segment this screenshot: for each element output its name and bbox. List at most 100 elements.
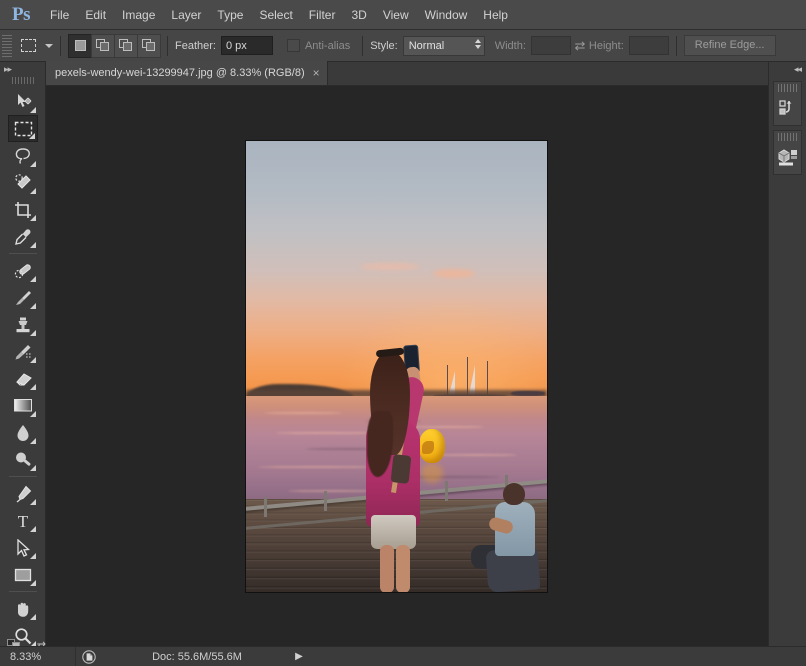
divider <box>362 35 364 56</box>
shoulder-bag <box>390 454 412 484</box>
close-icon[interactable]: × <box>313 67 320 79</box>
gradient-tool[interactable] <box>8 392 38 419</box>
flyout-indicator[interactable] <box>29 133 35 139</box>
menu-filter[interactable]: Filter <box>301 0 344 30</box>
menu-3d[interactable]: 3D <box>343 0 374 30</box>
type-tool[interactable]: T <box>8 507 38 534</box>
menu-select[interactable]: Select <box>251 0 300 30</box>
crop-tool[interactable] <box>8 196 38 223</box>
panel-grip[interactable] <box>778 84 797 92</box>
add-to-selection-button[interactable] <box>91 33 115 58</box>
menu-file[interactable]: File <box>42 0 77 30</box>
flyout-indicator[interactable] <box>30 161 36 167</box>
flyout-indicator[interactable] <box>30 614 36 620</box>
flyout-indicator[interactable] <box>30 411 36 417</box>
clone-stamp-tool[interactable] <box>8 311 38 338</box>
flyout-indicator[interactable] <box>30 384 36 390</box>
eraser-tool[interactable] <box>8 365 38 392</box>
anti-alias-label: Anti-alias <box>304 39 351 52</box>
height-input[interactable] <box>628 36 669 55</box>
3d-properties-dock[interactable] <box>773 130 802 175</box>
flyout-indicator[interactable] <box>30 526 36 532</box>
cloud <box>432 269 475 278</box>
rectangular-marquee-tool[interactable] <box>8 115 38 142</box>
expand-icon[interactable]: ▸▸ <box>4 64 12 75</box>
flyout-indicator[interactable] <box>30 303 36 309</box>
refine-edge-button[interactable]: Refine Edge... <box>683 35 776 56</box>
feather-input[interactable] <box>220 36 273 55</box>
width-input[interactable] <box>530 36 571 55</box>
feather-label: Feather: <box>175 39 216 52</box>
history-actions-panel-icon[interactable] <box>774 95 801 121</box>
flyout-indicator[interactable] <box>30 580 36 586</box>
history-actions-dock[interactable] <box>773 81 802 126</box>
menu-help[interactable]: Help <box>475 0 516 30</box>
3d-properties-panel-icon[interactable] <box>774 144 801 170</box>
flyout-indicator[interactable] <box>30 330 36 336</box>
document-size-info[interactable]: Doc: 55.6M/55.6M <box>102 647 292 666</box>
menu-type[interactable]: Type <box>209 0 251 30</box>
document-tab[interactable]: pexels-wendy-wei-13299947.jpg @ 8.33% (R… <box>46 61 328 85</box>
document-proxy-icon[interactable] <box>76 649 102 664</box>
intersect-with-selection-button[interactable] <box>137 33 161 58</box>
document-image[interactable] <box>246 141 547 592</box>
history-brush-tool[interactable] <box>8 338 38 365</box>
photoshop-window: Ps File Edit Image Layer Type Select Fil… <box>0 0 806 666</box>
new-selection-button[interactable] <box>68 33 92 58</box>
railing-post <box>324 491 328 511</box>
flyout-indicator[interactable] <box>30 188 36 194</box>
zoom-level-field[interactable]: 8.33% <box>0 646 76 666</box>
flyout-indicator[interactable] <box>30 499 36 505</box>
subtract-from-selection-button[interactable] <box>114 33 138 58</box>
right-panel-dock: ◂◂ <box>768 62 806 646</box>
panel-grip[interactable] <box>778 133 797 141</box>
menu-window[interactable]: Window <box>417 0 476 30</box>
move-tool[interactable] <box>8 88 38 115</box>
options-bar-grip[interactable] <box>2 34 12 57</box>
spot-healing-brush-tool[interactable] <box>8 257 38 284</box>
flyout-indicator[interactable] <box>30 553 36 559</box>
canvas-area[interactable] <box>46 86 768 646</box>
tools-panel-grip[interactable] <box>12 77 34 84</box>
selection-mode-group <box>68 33 161 58</box>
tool-options-bar: Feather: Anti-alias Style: Normal Width:… <box>0 30 806 62</box>
style-select[interactable]: Normal <box>402 35 485 56</box>
pen-tool[interactable] <box>8 480 38 507</box>
flyout-indicator[interactable] <box>30 357 36 363</box>
lasso-tool[interactable] <box>8 142 38 169</box>
quick-selection-tool[interactable] <box>8 169 38 196</box>
dodge-tool[interactable] <box>8 446 38 473</box>
tools-panel-header[interactable]: ▸▸ <box>0 62 45 76</box>
eyedropper-tool[interactable] <box>8 223 38 250</box>
menu-view[interactable]: View <box>375 0 417 30</box>
swap-width-height-icon[interactable]: ⇄ <box>571 38 589 54</box>
railing-post <box>444 481 448 501</box>
status-menu-arrow-icon[interactable]: ▶ <box>292 651 306 662</box>
cloud <box>360 263 421 270</box>
divider <box>9 591 37 592</box>
head <box>502 483 525 505</box>
chevron-down-icon[interactable] <box>45 43 53 48</box>
rectangle-tool[interactable] <box>8 561 38 588</box>
brush-tool[interactable] <box>8 284 38 311</box>
divider <box>9 476 37 477</box>
menu-layer[interactable]: Layer <box>163 0 209 30</box>
tools-panel: ▸▸ T <box>0 62 46 666</box>
anti-alias-checkbox[interactable] <box>286 39 300 52</box>
flyout-indicator[interactable] <box>30 242 36 248</box>
flyout-indicator[interactable] <box>30 276 36 282</box>
path-selection-tool[interactable] <box>8 534 38 561</box>
menu-image[interactable]: Image <box>114 0 163 30</box>
flyout-indicator[interactable] <box>30 438 36 444</box>
flyout-indicator[interactable] <box>30 465 36 471</box>
flyout-indicator[interactable] <box>30 215 36 221</box>
hand-tool[interactable] <box>8 595 38 622</box>
skirt <box>371 515 417 549</box>
blur-tool[interactable] <box>8 419 38 446</box>
railing-post <box>264 497 268 517</box>
menu-edit[interactable]: Edit <box>77 0 114 30</box>
collapse-panels-icon[interactable]: ◂◂ <box>769 62 806 77</box>
flyout-indicator[interactable] <box>30 107 36 113</box>
tool-preset-picker[interactable] <box>15 34 41 58</box>
document-tab-bar: pexels-wendy-wei-13299947.jpg @ 8.33% (R… <box>46 61 768 86</box>
